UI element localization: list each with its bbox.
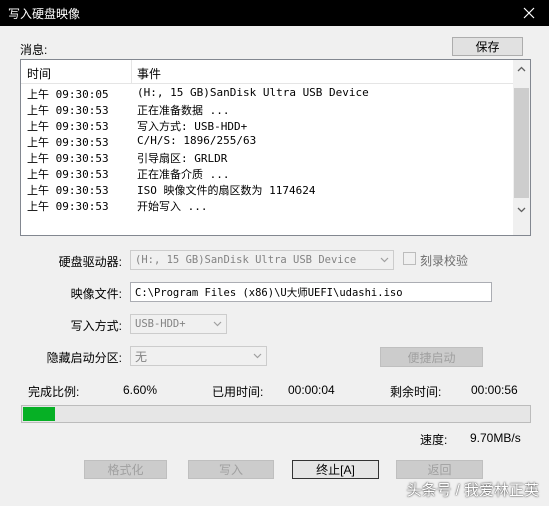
- chevron-down-icon: [213, 321, 222, 327]
- quick-boot-button[interactable]: 便捷启动: [380, 347, 483, 367]
- list-header: 时间 事件: [21, 60, 515, 84]
- close-icon: [523, 7, 535, 19]
- abort-button[interactable]: 终止[A]: [292, 460, 379, 479]
- message-list[interactable]: 时间 事件 上午 09:30:05 (H:, 15 GB)SanDisk Ultr…: [20, 59, 531, 236]
- column-separator[interactable]: [131, 60, 132, 84]
- scroll-up-button[interactable]: [513, 60, 530, 77]
- image-file-field[interactable]: C:\Program Files (x86)\U大师UEFI\udashi.is…: [130, 282, 492, 302]
- chevron-up-icon: [517, 66, 526, 71]
- window-title: 写入硬盘映像: [8, 7, 81, 21]
- list-item[interactable]: 上午 09:30:53 ISO 映像文件的扇区数为 1174624: [21, 181, 515, 197]
- list-item[interactable]: 上午 09:30:53 正在准备数据 ...: [21, 101, 515, 117]
- progress-bar: [21, 405, 531, 423]
- format-button[interactable]: 格式化: [84, 460, 167, 479]
- verify-label: 刻录校验: [420, 254, 469, 268]
- write-mode-select[interactable]: USB-HDD+: [130, 314, 227, 334]
- messages-label: 消息:: [20, 43, 48, 57]
- verify-checkbox[interactable]: [403, 252, 416, 265]
- chevron-down-icon: [380, 257, 389, 263]
- list-item[interactable]: 上午 09:30:53 开始写入 ...: [21, 197, 515, 213]
- watermark: 头条号 / 我爱林正英: [406, 482, 539, 499]
- speed-label: 速度:: [420, 433, 448, 447]
- list-item[interactable]: 上午 09:30:53 引导扇区: GRLDR: [21, 149, 515, 165]
- save-button[interactable]: 保存: [452, 37, 523, 56]
- scroll-thumb[interactable]: [514, 88, 529, 198]
- remaining-value: 00:00:56: [471, 383, 518, 397]
- speed-value: 9.70MB/s: [470, 431, 521, 445]
- title-bar: 写入硬盘映像: [0, 0, 549, 26]
- drive-select[interactable]: (H:, 15 GB)SanDisk Ultra USB Device: [130, 250, 394, 270]
- chevron-down-icon: [517, 207, 526, 212]
- chevron-down-icon: [253, 353, 262, 359]
- column-event[interactable]: 事件: [137, 65, 161, 82]
- list-item[interactable]: 上午 09:30:53 C/H/S: 1896/255/63: [21, 133, 515, 149]
- hidden-partition-label: 隐藏启动分区:: [46, 351, 122, 365]
- drive-value: (H:, 15 GB)SanDisk Ultra USB Device: [135, 254, 357, 266]
- list-item[interactable]: 上午 09:30:53 正在准备介质 ...: [21, 165, 515, 181]
- write-mode-label: 写入方式:: [70, 319, 122, 333]
- hidden-partition-select[interactable]: 无: [130, 346, 267, 366]
- column-time[interactable]: 时间: [27, 65, 51, 82]
- vertical-scrollbar[interactable]: [513, 60, 530, 235]
- drive-label: 硬盘驱动器:: [58, 255, 122, 269]
- image-file-value: C:\Program Files (x86)\U大师UEFI\udashi.is…: [135, 286, 403, 299]
- elapsed-label: 已用时间:: [212, 385, 264, 399]
- complete-label: 完成比例:: [28, 385, 80, 399]
- elapsed-value: 00:00:04: [288, 383, 335, 397]
- image-file-label: 映像文件:: [70, 287, 122, 301]
- write-button[interactable]: 写入: [188, 460, 274, 479]
- list-item[interactable]: 上午 09:30:05 (H:, 15 GB)SanDisk Ultra USB …: [21, 85, 515, 101]
- scroll-down-button[interactable]: [513, 201, 530, 218]
- hidden-partition-value: 无: [135, 349, 148, 364]
- complete-value: 6.60%: [123, 383, 158, 397]
- remaining-label: 剩余时间:: [390, 385, 442, 399]
- write-mode-value: USB-HDD+: [135, 318, 186, 330]
- progress-fill: [23, 407, 55, 421]
- back-button[interactable]: 返回: [396, 460, 483, 479]
- list-item[interactable]: 上午 09:30:53 写入方式: USB-HDD+: [21, 117, 515, 133]
- close-button[interactable]: [509, 0, 549, 26]
